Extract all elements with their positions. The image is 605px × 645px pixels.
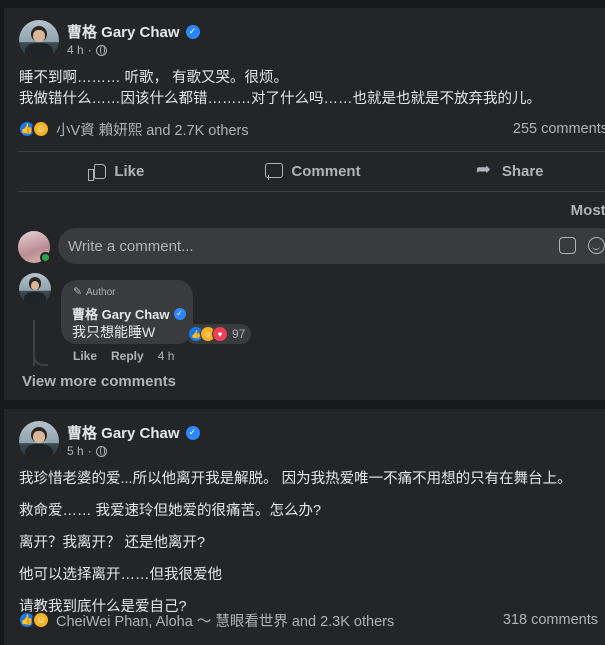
like-label: Like bbox=[114, 162, 145, 180]
reactions-text[interactable]: CheiWei Phan, Aloha ～ 慧眼看世界 and 2.3K oth… bbox=[56, 610, 394, 631]
divider bbox=[18, 151, 605, 152]
comment-like-button[interactable]: Like bbox=[73, 349, 97, 363]
reactions-summary[interactable]: 👍 ☺ 小V資 賴妍熙 and 2.7K others 255 comments bbox=[18, 117, 605, 141]
share-label: Share bbox=[501, 162, 544, 180]
write-comment-row bbox=[18, 228, 605, 266]
comment-sort-dropdown[interactable]: Most re bbox=[571, 202, 605, 219]
share-button[interactable]: Share bbox=[411, 153, 605, 189]
reactions-text[interactable]: 小V資 賴妍熙 and 2.7K others bbox=[56, 119, 249, 140]
divider bbox=[18, 191, 605, 192]
globe-icon[interactable] bbox=[95, 445, 107, 457]
post-paragraph: 我珍惜老婆的爱...所以他离开我是解脱。 因为我热爱唯一不痛不用想的只有在舞台上… bbox=[19, 471, 572, 487]
comment-count[interactable]: 255 comments bbox=[513, 121, 605, 137]
post-line: 我做错什么……因该什么都错………对了什么吗……也就是也就是不放弃我的儿。 bbox=[19, 91, 541, 107]
author-avatar[interactable] bbox=[19, 20, 59, 60]
reactions-summary[interactable]: 👍 ☺ CheiWei Phan, Aloha ～ 慧眼看世界 and 2.3K… bbox=[18, 608, 605, 632]
gif-sticker-icon[interactable] bbox=[559, 237, 576, 254]
comment-bubble: Author 曹格 Gary Chaw ✓ 我只想能睡W bbox=[61, 280, 193, 344]
comment-count[interactable]: 318 comments bbox=[503, 612, 598, 628]
post-line: 睡不到啊……… 听歌， 有歌又哭。很烦。 bbox=[19, 70, 289, 86]
globe-icon[interactable] bbox=[95, 44, 107, 56]
post-paragraph: 救命爱…… 我爱速玲但她爱的很痛苦。怎么办? bbox=[19, 503, 322, 519]
comment-reactions[interactable]: 👍 ☺ ♥ 97 bbox=[186, 324, 252, 344]
post-paragraph: 他可以选择离开……但我很爱他 bbox=[19, 567, 222, 583]
post-meta: 4 h · bbox=[67, 43, 107, 57]
post-body: 睡不到啊……… 听歌， 有歌又哭。很烦。 我做错什么……因该什么都错………对了什… bbox=[19, 68, 541, 110]
post-body: 我珍惜老婆的爱...所以他离开我是解脱。 因为我热爱唯一不痛不用想的只有在舞台上… bbox=[19, 469, 572, 618]
comment-button[interactable]: Comment bbox=[215, 153, 412, 189]
online-status-icon bbox=[40, 252, 51, 263]
comment-reply-button[interactable]: Reply bbox=[111, 349, 144, 363]
author-name-row: 曹格 Gary Chaw ✓ bbox=[67, 21, 200, 42]
comment-label: Comment bbox=[291, 162, 361, 180]
author-avatar[interactable] bbox=[19, 421, 59, 461]
author-name[interactable]: 曹格 Gary Chaw bbox=[67, 422, 180, 443]
love-reaction-icon: ♥ bbox=[212, 326, 228, 342]
comment-actions: Like Reply 4 h bbox=[73, 349, 174, 363]
post-paragraph: 离开？我离开？ 还是他离开? bbox=[19, 535, 206, 551]
care-reaction-icon: ☺ bbox=[32, 611, 50, 629]
comment-reaction-count: 97 bbox=[232, 327, 246, 341]
post-time[interactable]: 4 h bbox=[67, 43, 84, 57]
view-more-comments-link[interactable]: View more comments bbox=[22, 373, 176, 390]
verified-badge-icon: ✓ bbox=[173, 307, 186, 320]
care-reaction-icon: ☺ bbox=[32, 120, 50, 138]
author-name[interactable]: 曹格 Gary Chaw bbox=[67, 21, 180, 42]
post-card-2: 曹格 Gary Chaw ✓ 5 h · 我珍惜老婆的爱...所以他离开我是解脱… bbox=[4, 409, 605, 645]
verified-badge-icon: ✓ bbox=[185, 425, 200, 440]
post-meta: 5 h · bbox=[67, 444, 107, 458]
post-time[interactable]: 5 h bbox=[67, 444, 84, 458]
author-name-row: 曹格 Gary Chaw ✓ bbox=[67, 422, 200, 443]
author-badge: Author bbox=[73, 285, 116, 299]
post-action-bar: Like Comment Share bbox=[18, 153, 605, 189]
comment-icon bbox=[265, 162, 284, 180]
comment-author-row: 曹格 Gary Chaw ✓ bbox=[72, 304, 186, 323]
emoji-icon[interactable] bbox=[588, 237, 605, 254]
thumbs-up-icon bbox=[88, 162, 107, 181]
comment-time[interactable]: 4 h bbox=[158, 349, 175, 363]
post-card-1: 曹格 Gary Chaw ✓ 4 h · 睡不到啊……… 听歌， 有歌又哭。很烦… bbox=[4, 8, 605, 400]
comment-input[interactable] bbox=[58, 228, 605, 264]
pencil-icon bbox=[73, 285, 83, 298]
like-button[interactable]: Like bbox=[18, 153, 215, 189]
share-icon bbox=[476, 159, 494, 180]
thread-connector bbox=[33, 344, 48, 366]
verified-badge-icon: ✓ bbox=[185, 24, 200, 39]
author-badge-label: Author bbox=[86, 287, 116, 298]
comment-author-name[interactable]: 曹格 Gary Chaw bbox=[72, 304, 170, 323]
commenter-avatar[interactable] bbox=[19, 273, 51, 305]
comment-text: 我只想能睡W bbox=[72, 324, 156, 340]
